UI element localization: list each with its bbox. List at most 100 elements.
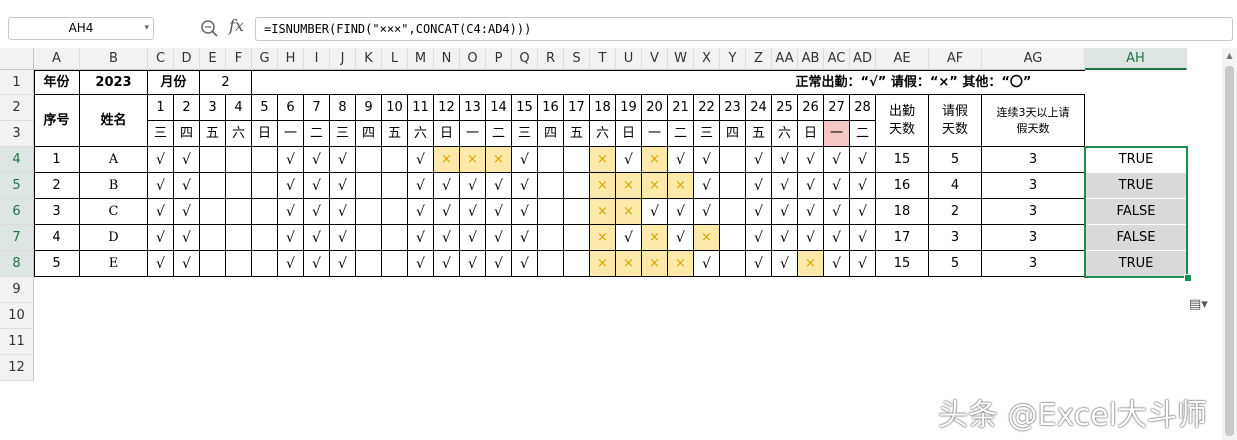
column-header[interactable]: M <box>408 48 434 70</box>
attendance-mark-cell[interactable] <box>382 225 408 251</box>
day-number-cell[interactable]: 6 <box>278 95 304 121</box>
attendance-mark-cell[interactable]: √ <box>798 147 824 173</box>
empty-cell[interactable] <box>408 70 434 95</box>
weekday-cell[interactable]: 五 <box>746 121 772 147</box>
row-header[interactable]: 1 <box>0 70 34 95</box>
attendance-mark-cell[interactable] <box>200 147 226 173</box>
consecutive-leave-header[interactable]: 连续3天以上请假天数 <box>982 95 1085 147</box>
attendance-mark-cell[interactable] <box>564 147 590 173</box>
attendance-mark-cell[interactable]: √ <box>824 173 850 199</box>
weekday-cell[interactable]: 日 <box>252 121 278 147</box>
leave-count-cell[interactable]: 4 <box>929 173 982 199</box>
attendance-mark-cell[interactable]: √ <box>694 199 720 225</box>
row-header[interactable]: 6 <box>0 199 34 225</box>
attendance-mark-cell[interactable]: √ <box>486 251 512 277</box>
column-header[interactable]: V <box>642 48 668 70</box>
attendance-mark-cell[interactable]: × <box>590 225 616 251</box>
column-header[interactable]: AB <box>798 48 824 70</box>
attendance-mark-cell[interactable]: √ <box>174 225 200 251</box>
attendance-mark-cell[interactable]: × <box>434 147 460 173</box>
attendance-mark-cell[interactable] <box>356 251 382 277</box>
attendance-mark-cell[interactable]: √ <box>174 173 200 199</box>
attendance-mark-cell[interactable]: √ <box>824 147 850 173</box>
attendance-mark-cell[interactable] <box>538 251 564 277</box>
attendance-mark-cell[interactable] <box>252 199 278 225</box>
day-number-cell[interactable]: 8 <box>330 95 356 121</box>
day-number-cell[interactable]: 13 <box>460 95 486 121</box>
attendance-mark-cell[interactable]: √ <box>174 251 200 277</box>
attendance-mark-cell[interactable]: × <box>616 199 642 225</box>
attendance-mark-cell[interactable] <box>538 225 564 251</box>
column-header[interactable]: AD <box>850 48 876 70</box>
seq-cell[interactable]: 1 <box>34 147 80 173</box>
attendance-mark-cell[interactable] <box>356 173 382 199</box>
formula-input[interactable]: =ISNUMBER(FIND("×××",CONCAT(C4:AD4))) <box>255 17 1233 41</box>
attendance-mark-cell[interactable]: √ <box>408 199 434 225</box>
row-header[interactable]: 7 <box>0 225 34 251</box>
attendance-mark-cell[interactable]: √ <box>408 173 434 199</box>
result-cell[interactable]: TRUE <box>1085 147 1187 173</box>
column-header[interactable]: E <box>200 48 226 70</box>
attendance-mark-cell[interactable]: √ <box>694 251 720 277</box>
day-number-cell[interactable]: 9 <box>356 95 382 121</box>
chevron-down-icon[interactable]: ▾ <box>144 18 149 39</box>
attendance-mark-cell[interactable]: √ <box>148 147 174 173</box>
attendance-mark-cell[interactable]: √ <box>174 147 200 173</box>
column-header[interactable]: AC <box>824 48 850 70</box>
attendance-mark-cell[interactable]: √ <box>798 225 824 251</box>
attendance-mark-cell[interactable]: √ <box>148 173 174 199</box>
attendance-mark-cell[interactable]: √ <box>512 251 538 277</box>
day-number-cell[interactable]: 11 <box>408 95 434 121</box>
attendance-mark-cell[interactable]: √ <box>486 199 512 225</box>
attendance-mark-cell[interactable] <box>720 199 746 225</box>
attendance-mark-cell[interactable]: √ <box>772 173 798 199</box>
weekday-cell[interactable]: 日 <box>434 121 460 147</box>
attendance-mark-cell[interactable] <box>200 199 226 225</box>
column-header[interactable]: H <box>278 48 304 70</box>
leave-days-header[interactable]: 请假天数 <box>929 95 982 147</box>
column-header[interactable]: A <box>34 48 80 70</box>
attendance-mark-cell[interactable]: √ <box>434 251 460 277</box>
weekday-cell[interactable]: 四 <box>720 121 746 147</box>
attendance-mark-cell[interactable]: √ <box>278 173 304 199</box>
scrollbar-thumb[interactable] <box>1225 66 1234 436</box>
vertical-scrollbar[interactable]: ▲ <box>1222 48 1237 440</box>
attendance-mark-cell[interactable]: √ <box>434 225 460 251</box>
attendance-mark-cell[interactable]: × <box>590 199 616 225</box>
weekday-cell[interactable]: 四 <box>356 121 382 147</box>
attendance-mark-cell[interactable]: √ <box>850 147 876 173</box>
fx-icon[interactable]: fx <box>229 16 244 35</box>
empty-cell[interactable] <box>434 70 460 95</box>
attendance-mark-cell[interactable]: √ <box>486 225 512 251</box>
attendance-mark-cell[interactable]: × <box>486 147 512 173</box>
attendance-count-cell[interactable]: 16 <box>876 173 929 199</box>
attendance-mark-cell[interactable]: √ <box>512 173 538 199</box>
column-header[interactable]: D <box>174 48 200 70</box>
attendance-mark-cell[interactable] <box>252 147 278 173</box>
empty-cell[interactable] <box>304 70 330 95</box>
attendance-mark-cell[interactable]: √ <box>278 147 304 173</box>
attendance-mark-cell[interactable]: √ <box>408 147 434 173</box>
empty-cell[interactable] <box>642 70 668 95</box>
attendance-mark-cell[interactable]: √ <box>486 173 512 199</box>
name-header[interactable]: 姓名 <box>80 95 148 147</box>
weekday-cell[interactable]: 一 <box>642 121 668 147</box>
column-header[interactable]: L <box>382 48 408 70</box>
column-header[interactable]: K <box>356 48 382 70</box>
attendance-mark-cell[interactable] <box>252 251 278 277</box>
weekday-cell[interactable]: 一 <box>824 121 850 147</box>
day-number-cell[interactable]: 10 <box>382 95 408 121</box>
empty-cell[interactable] <box>382 70 408 95</box>
legend-cell[interactable]: 正常出勤：“√” 请假：“×” 其他：“〇” <box>742 70 1085 95</box>
year-label-cell[interactable]: 年份 <box>34 70 80 95</box>
attendance-mark-cell[interactable]: √ <box>330 251 356 277</box>
attendance-mark-cell[interactable]: × <box>642 173 668 199</box>
attendance-mark-cell[interactable]: √ <box>148 199 174 225</box>
attendance-mark-cell[interactable]: √ <box>772 199 798 225</box>
column-header[interactable]: B <box>80 48 148 70</box>
empty-cell[interactable] <box>668 70 694 95</box>
attendance-mark-cell[interactable] <box>538 199 564 225</box>
consecutive-count-cell[interactable]: 3 <box>982 147 1085 173</box>
attendance-mark-cell[interactable] <box>356 147 382 173</box>
month-label-cell[interactable]: 月份 <box>148 70 200 95</box>
